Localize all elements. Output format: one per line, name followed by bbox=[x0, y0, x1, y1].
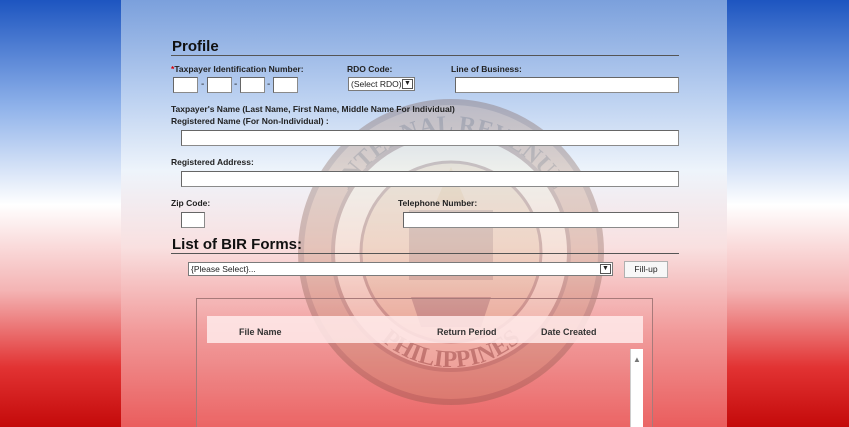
tin-label: *Taxpayer Identification Number: bbox=[171, 64, 304, 74]
registered-name-label: Registered Name (For Non-Individual) : bbox=[171, 116, 329, 126]
column-file-name: File Name bbox=[239, 327, 282, 337]
tin-separator-2: - bbox=[234, 79, 238, 90]
taxpayer-name-label: Taxpayer's Name (Last Name, First Name, … bbox=[171, 104, 455, 114]
bir-forms-divider bbox=[171, 253, 679, 254]
forms-list-scrollbar[interactable]: ▲ bbox=[630, 349, 643, 427]
tin-part-4-input[interactable] bbox=[273, 77, 298, 93]
bir-form-select[interactable]: {Please Select}... ▼ bbox=[188, 262, 613, 276]
right-backdrop-strip bbox=[727, 0, 848, 427]
bir-form-selected-value: {Please Select}... bbox=[191, 264, 256, 274]
column-date-created: Date Created bbox=[541, 327, 597, 337]
tin-label-text: Taxpayer Identification Number: bbox=[174, 64, 304, 74]
registered-address-input[interactable] bbox=[181, 171, 679, 187]
telephone-input[interactable] bbox=[403, 212, 679, 228]
telephone-label: Telephone Number: bbox=[398, 198, 478, 208]
line-of-business-label: Line of Business: bbox=[451, 64, 522, 74]
chevron-down-icon[interactable]: ▼ bbox=[402, 79, 413, 89]
bir-forms-heading: List of BIR Forms: bbox=[172, 236, 302, 253]
tin-separator-3: - bbox=[267, 79, 271, 90]
tin-part-3-input[interactable] bbox=[240, 77, 265, 93]
registered-name-input[interactable] bbox=[181, 130, 679, 146]
profile-heading: Profile bbox=[172, 38, 219, 55]
rdo-code-selected-value: (Select RDO) bbox=[351, 79, 402, 89]
column-return-period: Return Period bbox=[437, 327, 497, 337]
chevron-down-icon[interactable]: ▼ bbox=[600, 264, 611, 274]
zip-code-input[interactable] bbox=[181, 212, 205, 228]
rdo-label: RDO Code: bbox=[347, 64, 393, 74]
tin-part-2-input[interactable] bbox=[207, 77, 232, 93]
scroll-up-icon[interactable]: ▲ bbox=[633, 355, 641, 364]
tin-separator-1: - bbox=[201, 79, 205, 90]
fill-up-button[interactable]: Fill-up bbox=[624, 261, 668, 278]
profile-divider bbox=[171, 55, 679, 56]
line-of-business-input[interactable] bbox=[455, 77, 679, 93]
registered-address-label: Registered Address: bbox=[171, 157, 254, 167]
left-backdrop-strip bbox=[0, 0, 121, 427]
rdo-code-select[interactable]: (Select RDO) ▼ bbox=[348, 77, 415, 91]
tin-part-1-input[interactable] bbox=[173, 77, 198, 93]
zip-code-label: Zip Code: bbox=[171, 198, 211, 208]
